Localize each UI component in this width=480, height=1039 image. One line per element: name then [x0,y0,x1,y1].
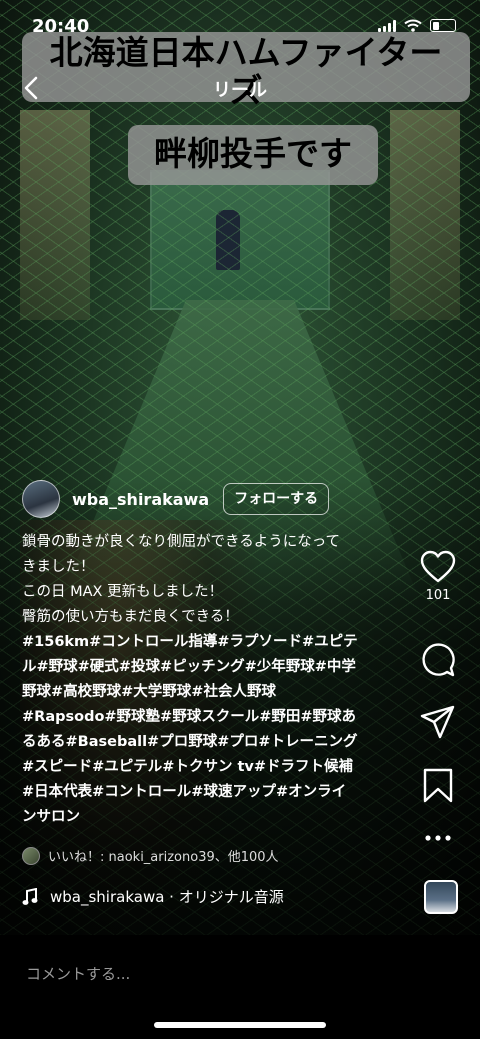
username[interactable]: wba_shirakawa [72,490,209,509]
hashtag-line[interactable]: 野球#高校野球#大学野球#社会人野球 [22,680,402,705]
audio-thumbnail[interactable] [424,880,458,914]
liker-avatar [22,846,40,865]
hashtag-line[interactable]: #156km#コントロール指導#ラプソード#ユピテ [22,630,402,655]
caption-line: この日 MAX 更新もしました！ [22,584,224,600]
avatar[interactable] [22,480,60,518]
battery-icon [430,19,456,32]
post-caption[interactable]: 鎖骨の動きが良くなり側屈ができるようになって きました！ この日 MAX 更新も… [22,530,402,830]
share-action [414,705,462,739]
overlay-line-1: 北海道日本ハムファイター [49,33,443,72]
more-action [414,833,462,843]
like-count: 101 [425,588,451,603]
hashtag-line[interactable]: #日本代表#コントロール#球速アップ#オンライ [22,780,402,805]
caption-line: 臀筋の使い方もまだ良くできる！ [22,609,239,625]
likes-row[interactable]: いいね！: naoki_arizono39、他100人 [22,846,279,865]
bookmark-icon[interactable] [422,768,454,804]
status-icons [378,19,456,32]
follow-button[interactable]: フォローする [223,483,330,515]
page-title: リール [213,80,267,101]
video-overlay-subtitle: 畔柳投手です [128,125,378,185]
hashtag-line[interactable]: #スピード#ユピテル#トクサン tv#ドラフト候補 [22,755,402,780]
likes-text: いいね！: naoki_arizono39、他100人 [48,850,279,865]
comment-bar [0,935,480,1039]
audio-row[interactable]: wba_shirakawa · オリジナル音源 [22,886,284,907]
like-action: 101 [414,550,462,603]
comment-action [414,642,462,678]
hashtag-line[interactable]: ル#野球#硬式#投球#ピッチング#少年野球#中学 [22,655,402,680]
hashtag-line[interactable]: るある#Baseball#プロ野球#プロ#トレーニング [22,730,402,755]
music-note-icon [22,887,38,905]
hashtag-line[interactable]: #Rapsodo#野球塾#野球スクール#野田#野球あ [22,705,402,730]
save-action [414,768,462,804]
send-icon[interactable] [420,705,456,739]
comment-icon[interactable] [420,642,456,678]
caption-line: 鎖骨の動きが良くなり側屈ができるようになって [22,534,340,550]
audio-label: wba_shirakawa · オリジナル音源 [50,888,284,906]
caption-line: きました！ [22,559,95,575]
hashtag-line[interactable]: ンサロン [22,805,402,830]
more-icon[interactable] [424,833,452,843]
wifi-icon [404,19,422,32]
signal-icon [378,19,396,32]
author-row: wba_shirakawa フォローする [22,480,330,518]
hashtags[interactable]: #156km#コントロール指導#ラプソード#ユピテ ル#野球#硬式#投球#ピッチ… [22,630,402,830]
heart-icon[interactable] [420,550,456,584]
home-indicator[interactable] [154,1022,326,1028]
comment-input[interactable] [26,965,426,983]
chevron-left-icon[interactable] [18,74,46,102]
